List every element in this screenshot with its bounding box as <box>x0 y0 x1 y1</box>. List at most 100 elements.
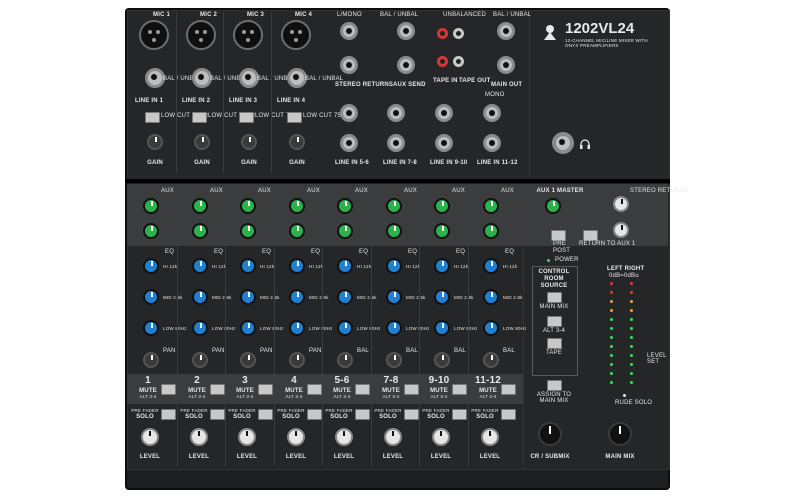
aux1-knob[interactable] <box>434 198 450 214</box>
level-knob[interactable] <box>384 428 402 446</box>
solo-button[interactable] <box>501 409 516 420</box>
gain-knob[interactable] <box>194 134 210 150</box>
mute-button[interactable] <box>210 384 225 395</box>
eq-mid-knob[interactable] <box>240 289 256 305</box>
pan-knob[interactable] <box>192 352 208 368</box>
eq-mid-knob[interactable] <box>386 289 402 305</box>
eq-hi-knob[interactable] <box>386 258 402 274</box>
xlr-input[interactable] <box>233 20 263 50</box>
phones-jack[interactable] <box>552 132 574 154</box>
eq-hi-knob[interactable] <box>483 258 499 274</box>
eq-low-knob[interactable] <box>240 320 256 336</box>
mute-button[interactable] <box>452 384 467 395</box>
return-to-aux1-button[interactable] <box>583 230 598 241</box>
eq-low-knob[interactable] <box>337 320 353 336</box>
stereo-return-r-jack[interactable] <box>340 56 358 74</box>
pan-knob[interactable] <box>434 352 450 368</box>
low-cut-button[interactable] <box>287 112 302 123</box>
aux2-knob[interactable] <box>483 223 499 239</box>
line-11-12-l-jack[interactable] <box>483 104 501 122</box>
line-input-jack[interactable] <box>239 68 259 88</box>
mute-button[interactable] <box>307 384 322 395</box>
aux1-knob[interactable] <box>483 198 499 214</box>
solo-button[interactable] <box>355 409 370 420</box>
line-5-6-r-jack[interactable] <box>340 134 358 152</box>
line-9-10-r-jack[interactable] <box>435 134 453 152</box>
tape-out-r-rca[interactable] <box>437 56 448 67</box>
tape-source-button[interactable] <box>547 338 562 349</box>
gain-knob[interactable] <box>241 134 257 150</box>
xlr-input[interactable] <box>186 20 216 50</box>
line-7-8-r-jack[interactable] <box>387 134 405 152</box>
aux2-knob[interactable] <box>386 223 402 239</box>
level-knob[interactable] <box>141 428 159 446</box>
line-7-8-l-jack[interactable] <box>387 104 405 122</box>
aux2-knob[interactable] <box>192 223 208 239</box>
low-cut-button[interactable] <box>192 112 207 123</box>
pan-knob[interactable] <box>289 352 305 368</box>
line-9-10-l-jack[interactable] <box>435 104 453 122</box>
solo-button[interactable] <box>210 409 225 420</box>
main-mix-knob[interactable] <box>608 422 632 446</box>
stereo-returns-knob-2[interactable] <box>613 222 629 238</box>
aux1-knob[interactable] <box>289 198 305 214</box>
mute-button[interactable] <box>258 384 273 395</box>
level-knob[interactable] <box>238 428 256 446</box>
solo-button[interactable] <box>307 409 322 420</box>
eq-low-knob[interactable] <box>434 320 450 336</box>
mute-button[interactable] <box>355 384 370 395</box>
assign-to-main-mix-button[interactable] <box>547 380 562 391</box>
solo-button[interactable] <box>161 409 176 420</box>
aux1-knob[interactable] <box>386 198 402 214</box>
eq-mid-knob[interactable] <box>143 289 159 305</box>
eq-mid-knob[interactable] <box>289 289 305 305</box>
aux1-knob[interactable] <box>240 198 256 214</box>
aux2-knob[interactable] <box>143 223 159 239</box>
aux2-knob[interactable] <box>434 223 450 239</box>
main-mix-source-button[interactable] <box>547 292 562 303</box>
pan-knob[interactable] <box>483 352 499 368</box>
aux1-knob[interactable] <box>337 198 353 214</box>
tape-in-l-rca[interactable] <box>453 28 464 39</box>
line-11-12-r-jack[interactable] <box>483 134 501 152</box>
eq-mid-knob[interactable] <box>337 289 353 305</box>
eq-mid-knob[interactable] <box>483 289 499 305</box>
eq-low-knob[interactable] <box>483 320 499 336</box>
pan-knob[interactable] <box>143 352 159 368</box>
solo-button[interactable] <box>452 409 467 420</box>
eq-mid-knob[interactable] <box>192 289 208 305</box>
pre-post-button[interactable] <box>551 230 566 241</box>
level-knob[interactable] <box>287 428 305 446</box>
level-knob[interactable] <box>481 428 499 446</box>
level-knob[interactable] <box>190 428 208 446</box>
stereo-returns-knob-1[interactable] <box>613 196 629 212</box>
eq-hi-knob[interactable] <box>240 258 256 274</box>
pan-knob[interactable] <box>240 352 256 368</box>
aux2-knob[interactable] <box>337 223 353 239</box>
solo-button[interactable] <box>258 409 273 420</box>
eq-hi-knob[interactable] <box>143 258 159 274</box>
aux2-knob[interactable] <box>240 223 256 239</box>
main-out-l-jack[interactable] <box>497 22 515 40</box>
solo-button[interactable] <box>404 409 419 420</box>
pan-knob[interactable] <box>386 352 402 368</box>
xlr-input[interactable] <box>139 20 169 50</box>
pan-knob[interactable] <box>337 352 353 368</box>
eq-low-knob[interactable] <box>289 320 305 336</box>
alt-3-4-source-button[interactable] <box>547 316 562 327</box>
xlr-input[interactable] <box>281 20 311 50</box>
eq-low-knob[interactable] <box>192 320 208 336</box>
eq-hi-knob[interactable] <box>192 258 208 274</box>
mute-button[interactable] <box>501 384 516 395</box>
aux2-knob[interactable] <box>289 223 305 239</box>
gain-knob[interactable] <box>147 134 163 150</box>
eq-hi-knob[interactable] <box>289 258 305 274</box>
aux-send-jack-1[interactable] <box>397 22 415 40</box>
level-knob[interactable] <box>335 428 353 446</box>
mute-button[interactable] <box>404 384 419 395</box>
level-knob[interactable] <box>432 428 450 446</box>
eq-low-knob[interactable] <box>386 320 402 336</box>
tape-in-r-rca[interactable] <box>437 28 448 39</box>
line-input-jack[interactable] <box>145 68 165 88</box>
aux1-master-knob[interactable] <box>545 198 561 214</box>
